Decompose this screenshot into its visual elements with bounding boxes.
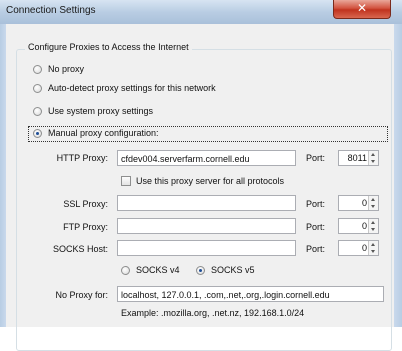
http-proxy-input[interactable]: cfdev004.serverfarm.cornell.edu: [117, 150, 296, 166]
socks-host-input[interactable]: [117, 240, 296, 256]
example-hint: Example: .mozilla.org, .net.nz, 192.168.…: [121, 308, 305, 318]
radio-no-proxy[interactable]: No proxy: [33, 62, 84, 76]
close-button[interactable]: ✕: [333, 0, 391, 19]
port-value: 8011: [347, 153, 367, 163]
group-title: Configure Proxies to Access the Internet: [25, 42, 192, 52]
radio-label: SOCKS v5: [211, 265, 255, 275]
radio-label: Use system proxy settings: [48, 106, 154, 116]
ssl-proxy-label: SSL Proxy:: [63, 199, 108, 209]
ftp-port-input[interactable]: 0: [338, 218, 379, 234]
use-all-protocols-label: Use this proxy server for all protocols: [136, 176, 285, 186]
http-port-label: Port:: [306, 153, 326, 163]
spinner-arrows-icon[interactable]: [368, 219, 378, 233]
radio-label: No proxy: [48, 64, 85, 74]
socks-host-label: SOCKS Host:: [52, 244, 108, 254]
use-all-protocols-checkbox[interactable]: [121, 176, 131, 186]
socks-port-label: Port:: [306, 244, 326, 254]
radio-socks-v5[interactable]: SOCKS v5: [196, 263, 255, 277]
radio-button-selected[interactable]: [196, 265, 205, 275]
port-value: 0: [361, 221, 367, 231]
radio-label: Manual proxy configuration:: [48, 128, 159, 138]
radio-button[interactable]: [121, 265, 130, 275]
radio-button[interactable]: [33, 83, 42, 93]
ssl-proxy-input[interactable]: [117, 195, 296, 211]
socks-port-input[interactable]: 0: [338, 240, 379, 256]
radio-auto-detect[interactable]: Auto-detect proxy settings for this netw…: [33, 81, 216, 95]
close-icon: ✕: [356, 1, 368, 15]
port-value: 0: [361, 198, 367, 208]
ftp-proxy-input[interactable]: [117, 218, 296, 234]
radio-manual[interactable]: Manual proxy configuration:: [33, 126, 159, 140]
no-proxy-for-input[interactable]: localhost, 127.0.0.1, .com,.net,.org,.lo…: [117, 286, 384, 302]
spinner-arrows-icon[interactable]: [368, 241, 378, 255]
http-port-input[interactable]: 8011: [338, 150, 379, 166]
no-proxy-for-label: No Proxy for:: [55, 290, 108, 300]
ftp-port-label: Port:: [306, 222, 326, 232]
title-bar: Connection Settings ✕: [0, 0, 402, 25]
ssl-port-input[interactable]: 0: [338, 195, 379, 211]
radio-button[interactable]: [33, 106, 42, 116]
radio-button-selected[interactable]: [33, 128, 42, 138]
radio-button[interactable]: [33, 64, 42, 74]
spinner-arrows-icon[interactable]: [368, 151, 378, 165]
radio-label: SOCKS v4: [136, 265, 180, 275]
ftp-proxy-label: FTP Proxy:: [63, 222, 108, 232]
radio-socks-v4[interactable]: SOCKS v4: [121, 263, 180, 277]
http-proxy-label: HTTP Proxy:: [56, 153, 108, 163]
port-value: 0: [361, 243, 367, 253]
window-title: Connection Settings: [6, 5, 96, 16]
ssl-port-label: Port:: [306, 199, 326, 209]
radio-system-proxy[interactable]: Use system proxy settings: [33, 104, 153, 118]
spinner-arrows-icon[interactable]: [368, 196, 378, 210]
radio-label: Auto-detect proxy settings for this netw…: [48, 83, 216, 93]
